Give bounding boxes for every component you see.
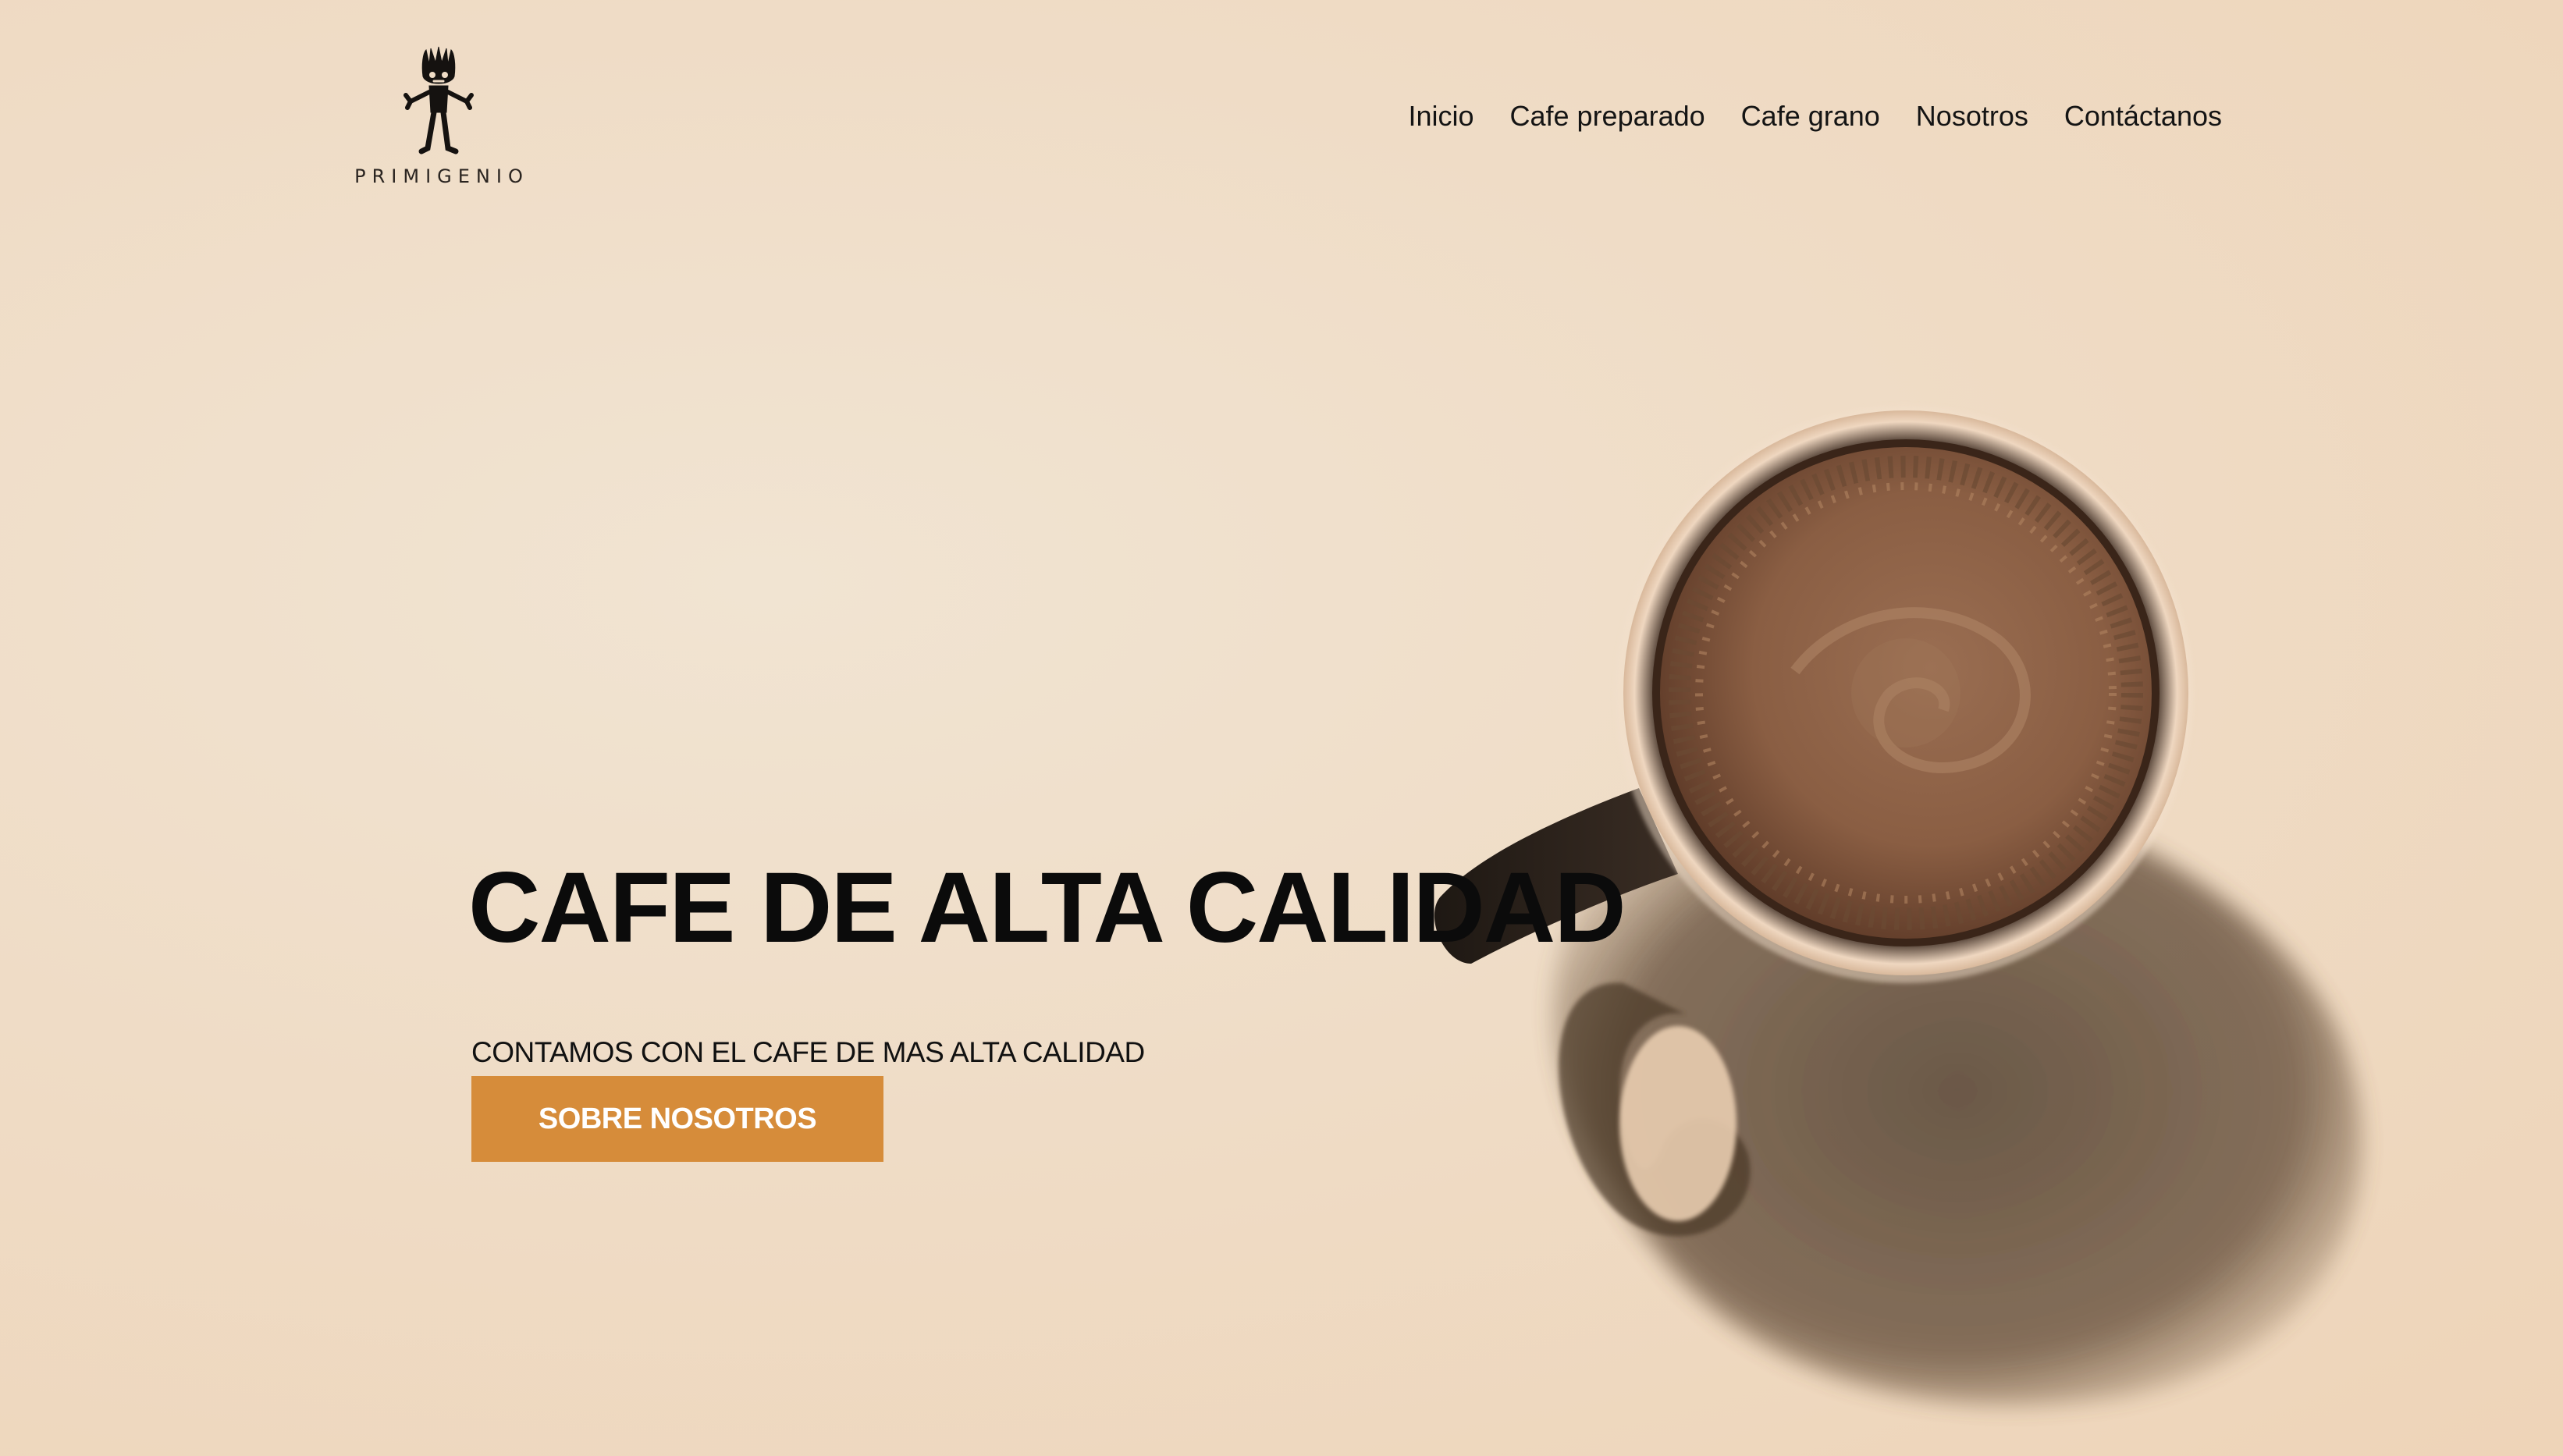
nav-item-inicio[interactable]: Inicio	[1408, 100, 1473, 133]
coffee-cup-image	[1434, 406, 2362, 1406]
brand-logo[interactable]: PRIMIGENIO	[354, 45, 523, 194]
hero-subtitle: CONTAMOS CON EL CAFE DE MAS ALTA CALIDAD	[471, 1036, 1145, 1068]
main-nav: Inicio Cafe preparado Cafe grano Nosotro…	[1408, 100, 2222, 133]
nav-item-contactanos[interactable]: Contáctanos	[2064, 100, 2222, 133]
nav-item-cafe-preparado[interactable]: Cafe preparado	[1510, 100, 1705, 133]
nav-item-nosotros[interactable]: Nosotros	[1916, 100, 2028, 133]
hero-section: PRIMIGENIO Inicio Cafe preparado Cafe gr…	[0, 0, 2563, 1456]
nav-item-cafe-grano[interactable]: Cafe grano	[1741, 100, 1880, 133]
brand-name: PRIMIGENIO	[354, 165, 529, 187]
about-us-button[interactable]: SOBRE NOSOTROS	[471, 1076, 883, 1162]
tribal-figure-logo-icon	[403, 46, 474, 154]
hero-title: CAFE DE ALTA CALIDAD	[468, 852, 1626, 964]
